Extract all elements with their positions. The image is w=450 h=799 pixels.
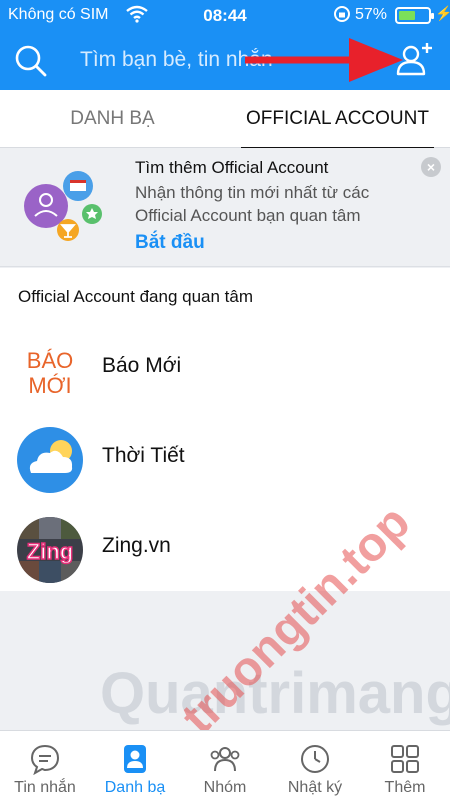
list-item-thoi-tiet[interactable]: Thời Tiết bbox=[0, 414, 450, 504]
bottom-nav: Tin nhắn Danh bạ Nhóm Nhật ký Thêm bbox=[0, 730, 450, 799]
header-bar: Không có SIM 08:44 57% ⚡ bbox=[0, 0, 450, 90]
chat-icon bbox=[30, 744, 60, 775]
bao-moi-logo-text-bottom: MỚI bbox=[28, 373, 71, 398]
nav-more[interactable]: Thêm bbox=[360, 731, 450, 799]
nav-label: Danh bạ bbox=[104, 779, 166, 796]
clock-icon bbox=[301, 745, 329, 773]
zing-logo: Zing bbox=[17, 517, 83, 583]
nav-timeline[interactable]: Nhật ký bbox=[270, 731, 360, 799]
battery-icon bbox=[395, 7, 434, 24]
close-icon[interactable]: × bbox=[421, 157, 441, 177]
tab-contacts[interactable]: DANH BẠ bbox=[0, 90, 225, 148]
group-icon bbox=[210, 747, 240, 772]
official-account-list: Official Account đang quan tâm BÁO MỚI B… bbox=[0, 268, 450, 591]
charging-icon: ⚡ bbox=[435, 5, 450, 21]
status-bar: Không có SIM 08:44 57% ⚡ bbox=[0, 0, 450, 32]
promo-title: Tìm thêm Official Account bbox=[135, 158, 329, 177]
nav-label: Tin nhắn bbox=[14, 779, 76, 796]
tab-official-account[interactable]: OFFICIAL ACCOUNT bbox=[225, 90, 450, 149]
account-name: Thời Tiết bbox=[102, 444, 185, 467]
nav-messages[interactable]: Tin nhắn bbox=[0, 731, 90, 799]
contacts-icon bbox=[124, 745, 146, 773]
rotation-lock-icon bbox=[333, 5, 351, 28]
list-item-zing[interactable]: Zing Zing.vn bbox=[0, 504, 450, 594]
nav-label: Thêm bbox=[384, 779, 426, 796]
nav-groups[interactable]: Nhóm bbox=[180, 731, 270, 799]
battery-fill bbox=[399, 11, 415, 20]
section-title: Official Account đang quan tâm bbox=[18, 287, 254, 306]
account-name: Báo Mới bbox=[102, 354, 182, 377]
grid-icon bbox=[391, 745, 419, 773]
add-friend-icon[interactable] bbox=[394, 40, 436, 80]
search-input[interactable] bbox=[80, 43, 360, 77]
promo-banner: Tìm thêm Official Account Nhận thông tin… bbox=[0, 148, 450, 267]
watermark-quantrimang: Quantrimang bbox=[100, 661, 450, 726]
zing-logo-text: Zing bbox=[27, 539, 73, 564]
list-item-bao-moi[interactable]: BÁO MỚI Báo Mới bbox=[0, 324, 450, 414]
start-button[interactable]: Bắt đầu bbox=[135, 232, 205, 254]
nav-contacts[interactable]: Danh bạ bbox=[90, 731, 180, 799]
battery-percent: 57% bbox=[355, 6, 388, 23]
nav-label: Nhóm bbox=[203, 779, 247, 796]
tab-bar: DANH BẠ OFFICIAL ACCOUNT bbox=[0, 90, 450, 149]
bao-moi-logo-text-top: BÁO bbox=[27, 348, 73, 373]
promo-description: Nhận thông tin mới nhất từ các Official … bbox=[135, 183, 370, 225]
nav-label: Nhật ký bbox=[287, 779, 343, 796]
bao-moi-logo: BÁO MỚI bbox=[17, 337, 83, 403]
account-name: Zing.vn bbox=[102, 534, 171, 557]
official-account-illustration-icon bbox=[24, 171, 102, 241]
weather-icon bbox=[17, 427, 83, 493]
search-icon[interactable] bbox=[14, 44, 48, 78]
